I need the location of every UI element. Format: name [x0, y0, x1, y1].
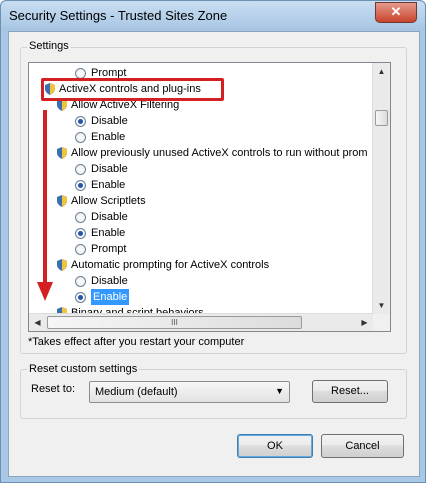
- restart-footnote: *Takes effect after you restart your com…: [28, 336, 245, 348]
- tree-row-label: Allow previously unused ActiveX controls…: [71, 147, 368, 159]
- scroll-left-arrow-icon[interactable]: ◀: [29, 314, 46, 331]
- scroll-grip: III: [171, 318, 178, 327]
- security-shield-icon: [57, 259, 67, 271]
- annotation-down-arrow-icon: [37, 110, 53, 301]
- tree-row-label: Enable: [91, 179, 126, 191]
- tree-row-label: Disable: [91, 163, 128, 175]
- scroll-corner: [373, 314, 390, 331]
- radio-button[interactable]: [75, 228, 86, 239]
- close-button[interactable]: ✕: [375, 2, 417, 23]
- vertical-scroll-thumb[interactable]: [375, 110, 388, 126]
- tree-row-label: Enable: [91, 289, 130, 305]
- reset-group-label: Reset custom settings: [27, 363, 140, 375]
- scroll-down-arrow-icon[interactable]: ▼: [373, 297, 390, 314]
- radio-button[interactable]: [75, 132, 86, 143]
- vertical-scrollbar[interactable]: ▲ ▼: [372, 63, 390, 314]
- security-shield-icon: [57, 195, 67, 207]
- reset-to-label: Reset to:: [31, 383, 76, 395]
- security-shield-icon: [57, 147, 67, 159]
- scroll-right-arrow-icon[interactable]: ▶: [356, 314, 373, 331]
- chevron-down-icon: ▼: [275, 386, 284, 396]
- settings-group-label: Settings: [27, 40, 71, 52]
- scroll-up-arrow-icon[interactable]: ▲: [373, 63, 390, 80]
- reset-level-value: Medium (default): [95, 386, 178, 398]
- radio-button[interactable]: [75, 116, 86, 127]
- horizontal-scrollbar[interactable]: ◀ III ▶: [29, 313, 373, 331]
- reset-level-select[interactable]: Medium (default) ▼: [89, 381, 290, 403]
- tree-row-label: Disable: [91, 211, 128, 223]
- radio-button[interactable]: [75, 180, 86, 191]
- tree-row-label: Prompt: [91, 243, 127, 255]
- tree-row-label: Enable: [91, 227, 126, 239]
- tree-row-label: Automatic prompting for ActiveX controls: [71, 259, 270, 271]
- ok-button[interactable]: OK: [237, 434, 313, 458]
- cancel-button[interactable]: Cancel: [321, 434, 404, 458]
- settings-tree[interactable]: Prompt ActiveX controls and plug-ins Allow…: [28, 62, 391, 332]
- radio-button[interactable]: [75, 164, 86, 175]
- title-bar[interactable]: Security Settings - Trusted Sites Zone ✕: [1, 1, 425, 31]
- radio-button[interactable]: [75, 212, 86, 223]
- tree-row-label: Allow Scriptlets: [71, 195, 146, 207]
- radio-button[interactable]: [75, 292, 86, 303]
- tree-row-label: Enable: [91, 131, 126, 143]
- tree-row-label: Disable: [91, 275, 128, 287]
- horizontal-scroll-thumb[interactable]: III: [47, 316, 302, 329]
- radio-button[interactable]: [75, 276, 86, 287]
- reset-button[interactable]: Reset...: [312, 380, 388, 403]
- window-title: Security Settings - Trusted Sites Zone: [9, 8, 228, 23]
- annotation-highlight-box: [41, 78, 224, 101]
- radio-button[interactable]: [75, 244, 86, 255]
- tree-row-label: Disable: [91, 115, 128, 127]
